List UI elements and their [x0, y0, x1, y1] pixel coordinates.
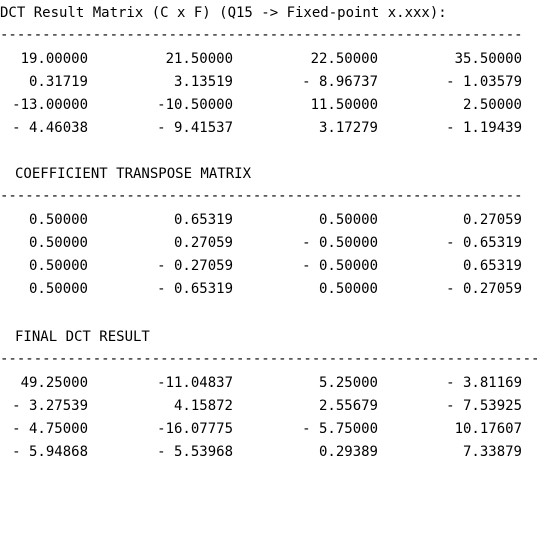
- console-output: { "header": { "title": "DCT Result Matri…: [0, 0, 547, 467]
- divider: ----------------------------------------…: [0, 188, 523, 204]
- matrix-cell: - 8.96737: [302, 74, 378, 90]
- matrix-cell: 4.15872: [173, 398, 233, 414]
- matrix-cell: 21.50000: [165, 51, 233, 67]
- matrix-cell: 19.00000: [20, 51, 88, 67]
- matrix-cell: 22.50000: [310, 51, 378, 67]
- matrix-row: - 3.27539 4.15872 2.55679 - 7.53925: [0, 396, 547, 416]
- matrix-cell: 0.65319: [462, 258, 522, 274]
- matrix-row: 49.25000 -11.04837 5.25000 - 3.81169: [0, 373, 547, 393]
- matrix-cell: 0.50000: [318, 212, 378, 228]
- matrix-row: 0.50000 0.27059 - 0.50000 - 0.65319: [0, 233, 547, 253]
- matrix-cell: - 0.50000: [302, 235, 378, 251]
- matrix-cell: - 0.50000: [302, 258, 378, 274]
- matrix-cell: -13.00000: [12, 97, 88, 113]
- matrix-cell: - 5.53968: [157, 444, 233, 460]
- matrix-cell: 0.27059: [462, 212, 522, 228]
- matrix-cell: 2.50000: [462, 97, 522, 113]
- matrix-cell: - 0.27059: [446, 281, 522, 297]
- matrix-row: - 4.46038 - 9.41537 3.17279 - 1.19439: [0, 118, 547, 138]
- matrix-cell: 2.55679: [318, 398, 378, 414]
- matrix-row: - 4.75000 -16.07775 - 5.75000 10.17607: [0, 419, 547, 439]
- matrix-title: DCT Result Matrix (C x F) (Q15 -> Fixed-…: [0, 5, 447, 21]
- matrix-cell: - 4.75000: [12, 421, 88, 437]
- matrix-cell: - 3.81169: [446, 375, 522, 391]
- matrix-cell: - 9.41537: [157, 120, 233, 136]
- divider: ----------------------------------------…: [0, 27, 523, 43]
- matrix-cell: 0.50000: [318, 281, 378, 297]
- matrix-cell: 0.27059: [173, 235, 233, 251]
- matrix-cell: - 7.53925: [446, 398, 522, 414]
- matrix-row: 0.50000 - 0.65319 0.50000 - 0.27059: [0, 279, 547, 299]
- matrix-cell: - 3.27539: [12, 398, 88, 414]
- matrix-cell: - 1.19439: [446, 120, 522, 136]
- matrix-cell: 0.50000: [28, 212, 88, 228]
- matrix-cell: - 5.75000: [302, 421, 378, 437]
- section-title: COEFFICIENT TRANSPOSE MATRIX: [15, 166, 252, 182]
- matrix-cell: 0.50000: [28, 258, 88, 274]
- matrix-cell: 0.65319: [173, 212, 233, 228]
- matrix-cell: -16.07775: [157, 421, 233, 437]
- matrix-cell: 7.33879: [462, 444, 522, 460]
- matrix-cell: 0.29389: [318, 444, 378, 460]
- section-title: FINAL DCT RESULT: [15, 329, 150, 345]
- matrix-cell: 0.50000: [28, 235, 88, 251]
- matrix-cell: 10.17607: [454, 421, 522, 437]
- matrix-cell: - 1.03579: [446, 74, 522, 90]
- matrix-cell: 49.25000: [20, 375, 88, 391]
- matrix-cell: - 0.65319: [157, 281, 233, 297]
- matrix-cell: 35.50000: [454, 51, 522, 67]
- matrix-cell: 0.31719: [28, 74, 88, 90]
- matrix-row: 19.00000 21.50000 22.50000 35.50000: [0, 49, 547, 69]
- matrix-cell: - 0.65319: [446, 235, 522, 251]
- matrix-cell: -10.50000: [157, 97, 233, 113]
- matrix-row: -13.00000 -10.50000 11.50000 2.50000: [0, 95, 547, 115]
- matrix-cell: 0.50000: [28, 281, 88, 297]
- matrix-cell: - 5.94868: [12, 444, 88, 460]
- matrix-cell: 5.25000: [318, 375, 378, 391]
- matrix-cell: - 4.46038: [12, 120, 88, 136]
- matrix-row: 0.50000 - 0.27059 - 0.50000 0.65319: [0, 256, 547, 276]
- matrix-row: 0.50000 0.65319 0.50000 0.27059: [0, 210, 547, 230]
- matrix-cell: - 0.27059: [157, 258, 233, 274]
- matrix-row: - 5.94868 - 5.53968 0.29389 7.33879: [0, 442, 547, 462]
- matrix-cell: 3.17279: [318, 120, 378, 136]
- matrix-cell: -11.04837: [157, 375, 233, 391]
- divider: ----------------------------------------…: [0, 351, 540, 367]
- matrix-cell: 11.50000: [310, 97, 378, 113]
- matrix-cell: 3.13519: [173, 74, 233, 90]
- matrix-row: 0.31719 3.13519 - 8.96737 - 1.03579: [0, 72, 547, 92]
